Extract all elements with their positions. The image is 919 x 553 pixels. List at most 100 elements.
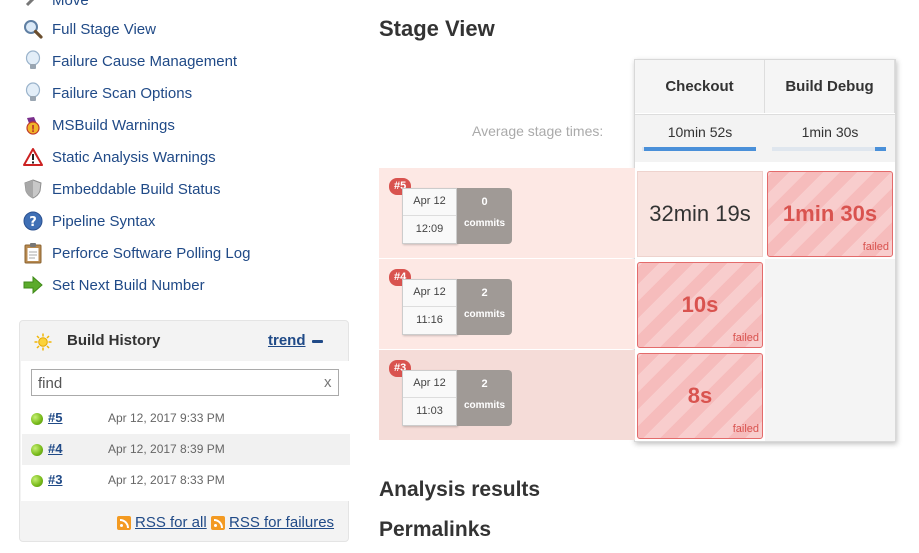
run-date: Apr 12 [413,195,446,207]
rss-failures-label: RSS for failures [229,514,335,531]
sidebar-item-label: MSBuild Warnings [52,116,175,134]
sidebar-item-label: Pipeline Syntax [52,212,156,230]
stage-status: failed [862,241,889,253]
sidebar-item-static-analysis-warnings[interactable]: Static Analysis Warnings [22,145,216,169]
success-ball-icon [31,413,43,425]
build-row: #4 Apr 12, 2017 8:39 PM [22,434,350,465]
lightbulb-icon [22,82,44,104]
svg-text:!: ! [31,124,36,135]
build-row: #5 Apr 12, 2017 9:33 PM [22,403,350,434]
rss-icon [117,515,131,530]
build-search-input[interactable] [31,369,339,396]
run-card: Apr 12 11:03 2 commits [402,370,512,426]
lightbulb-icon [22,50,44,72]
commits-label: commits [463,309,506,320]
build-history-body: x #5 Apr 12, 2017 9:33 PM #4 Apr 12, 201… [21,361,350,501]
sidebar-item-label: Failure Scan Options [52,84,193,102]
warning-triangle-icon [22,146,44,168]
collapse-icon[interactable] [312,340,323,343]
stage-duration: 10s [681,292,719,317]
build-row: #3 Apr 12, 2017 8:33 PM [22,465,350,496]
run-time: 12:09 [415,223,444,235]
sidebar-item-label: Perforce Software Polling Log [52,244,251,262]
stage-header-build-debug: Build Debug [765,60,895,113]
sidebar-item-failure-scan-options[interactable]: Failure Scan Options [22,81,192,105]
build-date: Apr 12, 2017 9:33 PM [108,411,225,425]
stage-cell-checkout[interactable]: 8s failed [637,353,763,439]
commits-button[interactable]: 2 commits [457,279,512,335]
run-datetime: Apr 12 11:03 [402,370,457,426]
sidebar-item-failure-cause-management[interactable]: Failure Cause Management [22,49,237,73]
sunny-weather-icon [34,333,52,351]
success-ball-icon [31,475,43,487]
stage-status: failed [732,332,759,344]
analysis-results-heading: Analysis results [379,478,541,501]
build-date: Apr 12, 2017 8:39 PM [108,442,225,456]
commits-button[interactable]: 2 commits [457,370,512,426]
build-number-link[interactable]: #5 [48,410,62,425]
average-stage-times-label: Average stage times: [472,123,604,139]
sidebar-item-label: Embeddable Build Status [52,180,221,198]
divider [403,397,456,398]
run-date: Apr 12 [413,377,446,389]
msbuild-warning-icon: ! [22,114,44,136]
permalinks-heading: Permalinks [379,518,492,541]
magnifier-icon [22,18,44,40]
svg-text:?: ? [29,215,37,230]
rss-icon [211,515,225,530]
stage-cell-checkout[interactable]: 10s failed [637,262,763,348]
clear-search-icon[interactable]: x [324,374,332,391]
run-date: Apr 12 [413,286,446,298]
stage-cell-checkout[interactable]: 32min 19s [637,171,763,257]
divider [403,306,456,307]
run-card: Apr 12 12:09 0 commits [402,188,512,244]
average-time-checkout: 10min 52s [635,114,765,162]
stage-header-checkout: Checkout [635,60,765,113]
sidebar-item-label: Full Stage View [52,20,156,38]
commits-count: 0 [481,196,488,208]
sidebar-item-move[interactable]: Move [22,0,89,12]
average-time-build-debug: 1min 30s [765,114,895,162]
stage-cell-build-debug[interactable]: 1min 30s failed [767,171,893,257]
sidebar-item-msbuild-warnings[interactable]: ! MSBuild Warnings [22,113,175,137]
build-history-footer: RSS for all RSS for failures [20,502,348,542]
sidebar-item-label: Set Next Build Number [52,276,205,294]
clipboard-icon [22,242,44,264]
average-time-bar [772,147,886,151]
divider [403,215,456,216]
commits-count: 2 [481,287,488,299]
build-number-link[interactable]: #3 [48,472,62,487]
commits-button[interactable]: 0 commits [457,188,512,244]
build-number-link[interactable]: #4 [48,441,62,456]
average-time-value: 10min 52s [667,124,733,140]
shield-icon [22,178,44,200]
green-arrow-icon [22,274,44,296]
average-time-bar [642,147,756,151]
help-icon: ? [22,210,44,232]
success-ball-icon [31,444,43,456]
stage-duration: 32min 19s [649,201,751,226]
sidebar-item-label: Static Analysis Warnings [52,148,216,166]
rss-failures-link[interactable]: RSS for failures [211,514,334,531]
run-datetime: Apr 12 11:16 [402,279,457,335]
average-time-bar-fill [874,147,886,151]
trend-link[interactable]: trend [268,332,306,349]
sidebar-item-pipeline-syntax[interactable]: ? Pipeline Syntax [22,209,155,233]
sidebar-item-label: Failure Cause Management [52,52,238,70]
rss-all-label: RSS for all [135,514,207,531]
sidebar-item-perforce-polling-log[interactable]: Perforce Software Polling Log [22,241,250,265]
commits-label: commits [463,218,506,229]
sidebar-item-embeddable-build-status[interactable]: Embeddable Build Status [22,177,220,201]
rss-all-link[interactable]: RSS for all [117,514,207,531]
stage-status: failed [732,423,759,435]
sidebar-item-set-next-build-number[interactable]: Set Next Build Number [22,273,205,297]
stage-view-title: Stage View [379,16,495,41]
sidebar-item-full-stage-view[interactable]: Full Stage View [22,17,156,41]
move-icon [22,0,44,11]
build-history-header: Build History trend [20,321,348,361]
build-date: Apr 12, 2017 8:33 PM [108,473,225,487]
run-time: 11:03 [416,405,443,417]
build-history-panel: Build History trend x #5 Apr 12, 2017 9:… [19,320,350,542]
stage-duration: 1min 30s [782,201,878,226]
commits-label: commits [463,400,506,411]
